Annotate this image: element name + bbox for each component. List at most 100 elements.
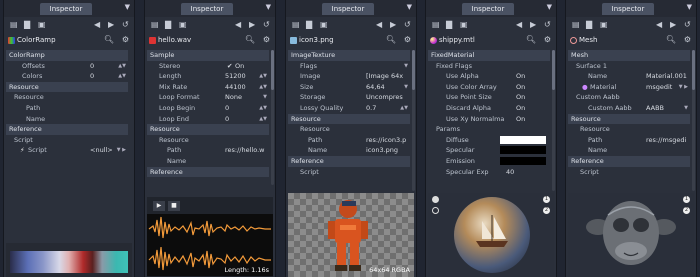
forward-icon[interactable]: ▶ bbox=[108, 20, 114, 30]
prop-path[interactable]: Path bbox=[6, 103, 128, 114]
spin-arrows-icon[interactable]: ▲▼ bbox=[118, 71, 126, 82]
prop-use-xy-normalmap[interactable]: Use Xy Normalma On bbox=[428, 114, 550, 125]
prop-value[interactable]: 40 bbox=[506, 167, 514, 178]
prop-loop-begin[interactable]: Loop Begin 0 ▲▼ bbox=[147, 103, 269, 114]
light-two-badge[interactable]: 2 bbox=[683, 207, 690, 214]
dropdown-icon[interactable]: ▼ bbox=[263, 92, 267, 103]
prop-loop-format[interactable]: Loop Format None ▼ bbox=[147, 92, 269, 103]
scrollbar[interactable] bbox=[271, 50, 274, 185]
prop-value[interactable]: 64,64 bbox=[366, 82, 385, 93]
group-resource[interactable]: Resource bbox=[568, 124, 690, 135]
light-two-badge[interactable]: 2 bbox=[543, 207, 550, 214]
specular-color-swatch[interactable] bbox=[500, 146, 546, 155]
tab-menu-icon[interactable]: ▼ bbox=[547, 3, 552, 11]
group-params[interactable]: Params bbox=[428, 124, 550, 135]
prop-script[interactable]: ⚡ Script <null> ▼ ▶ bbox=[6, 145, 128, 156]
prop-value[interactable]: 51200 bbox=[225, 71, 246, 82]
prop-name[interactable]: Name Material.001 bbox=[568, 71, 690, 82]
back-icon[interactable]: ◀ bbox=[94, 20, 100, 30]
check-icon[interactable]: ✔ bbox=[227, 61, 232, 72]
section-resource[interactable]: Resource bbox=[568, 113, 690, 125]
stop-button[interactable]: ■ bbox=[168, 201, 180, 211]
scrollbar-thumb[interactable] bbox=[692, 50, 695, 90]
prop-lossy-quality[interactable]: Lossy Quality 0.7 ▲▼ bbox=[288, 103, 410, 114]
spin-arrows-icon[interactable]: ▲▼ bbox=[259, 103, 267, 114]
play-button[interactable]: ▶ bbox=[153, 201, 165, 211]
prop-image[interactable]: Image [Image 64x bbox=[288, 71, 410, 82]
group-fixed-flags[interactable]: Fixed Flags bbox=[428, 61, 550, 72]
save-icon[interactable]: ▣ bbox=[320, 20, 328, 30]
light-toggle-2-icon[interactable] bbox=[432, 207, 439, 214]
dropdown-icon[interactable]: ▼ bbox=[684, 103, 688, 114]
open-icon[interactable]: ▇ bbox=[165, 20, 171, 30]
group-resource[interactable]: Resource bbox=[147, 135, 269, 146]
save-icon[interactable]: ▣ bbox=[179, 20, 187, 30]
prop-mix-rate[interactable]: Mix Rate 44100 ▲▼ bbox=[147, 82, 269, 93]
gear-icon[interactable]: ⚙ bbox=[263, 35, 270, 44]
prop-name[interactable]: Name icon3.png bbox=[288, 145, 410, 156]
forward-icon[interactable]: ▶ bbox=[670, 20, 676, 30]
history-icon[interactable]: ↺ bbox=[544, 20, 551, 30]
spin-arrows-icon[interactable]: ▲▼ bbox=[259, 71, 267, 82]
prop-value[interactable]: On bbox=[516, 114, 525, 125]
scrollbar-thumb[interactable] bbox=[271, 50, 274, 90]
new-icon[interactable]: ▤ bbox=[292, 20, 300, 30]
dropdown-icon[interactable]: ▼ ▶ bbox=[679, 82, 688, 93]
prop-value[interactable]: Uncompres bbox=[366, 92, 403, 103]
search-icon[interactable]: 🔍︎ bbox=[245, 35, 255, 44]
back-icon[interactable]: ◀ bbox=[376, 20, 382, 30]
section-reference[interactable]: Reference bbox=[568, 155, 690, 167]
section-resource[interactable]: Resource bbox=[147, 124, 269, 135]
prop-value[interactable]: res://hello.w bbox=[225, 145, 264, 156]
tab-inspector[interactable]: Inspector bbox=[181, 3, 233, 15]
prop-storage[interactable]: Storage Uncompres bbox=[288, 92, 410, 103]
new-icon[interactable]: ▤ bbox=[151, 20, 159, 30]
group-surface-1[interactable]: Surface 1 bbox=[568, 61, 690, 72]
dropdown-icon[interactable]: ▼ ▶ bbox=[117, 145, 126, 156]
prop-value[interactable]: On bbox=[516, 71, 525, 82]
prop-value[interactable]: 0 bbox=[90, 61, 94, 72]
gear-icon[interactable]: ⚙ bbox=[684, 35, 691, 44]
back-icon[interactable]: ◀ bbox=[656, 20, 662, 30]
forward-icon[interactable]: ▶ bbox=[390, 20, 396, 30]
scrollbar[interactable] bbox=[552, 50, 555, 191]
spin-arrows-icon[interactable]: ▲▼ bbox=[259, 82, 267, 93]
prop-specular[interactable]: Specular bbox=[428, 145, 550, 156]
prop-discard-alpha[interactable]: Discard Alpha On bbox=[428, 103, 550, 114]
new-icon[interactable]: ▤ bbox=[432, 20, 440, 30]
emission-color-swatch[interactable] bbox=[500, 156, 546, 165]
prop-value[interactable]: Material.001 bbox=[646, 71, 687, 82]
history-icon[interactable]: ↺ bbox=[122, 20, 129, 30]
section-colorramp[interactable]: ColorRamp bbox=[6, 50, 128, 61]
group-script[interactable]: Script bbox=[288, 167, 410, 178]
forward-icon[interactable]: ▶ bbox=[249, 20, 255, 30]
group-resource[interactable]: Resource bbox=[6, 92, 128, 103]
tab-menu-icon[interactable]: ▼ bbox=[407, 3, 412, 11]
gear-icon[interactable]: ⚙ bbox=[544, 35, 551, 44]
prop-diffuse[interactable]: Diffuse bbox=[428, 135, 550, 146]
prop-value[interactable]: None bbox=[225, 92, 242, 103]
tab-inspector[interactable]: Inspector bbox=[602, 3, 654, 15]
spin-arrows-icon[interactable]: ▲▼ bbox=[118, 61, 126, 72]
prop-value[interactable]: 0 bbox=[225, 103, 229, 114]
history-icon[interactable]: ↺ bbox=[404, 20, 411, 30]
prop-value[interactable]: <null> bbox=[90, 145, 113, 156]
tab-inspector[interactable]: Inspector bbox=[322, 3, 374, 15]
back-icon[interactable]: ◀ bbox=[235, 20, 241, 30]
group-custom-aabb[interactable]: Custom Aabb bbox=[568, 92, 690, 103]
open-icon[interactable]: ▇ bbox=[446, 20, 452, 30]
group-script[interactable]: Script bbox=[6, 135, 128, 146]
tab-menu-icon[interactable]: ▼ bbox=[266, 3, 271, 11]
prop-use-alpha[interactable]: Use Alpha On bbox=[428, 71, 550, 82]
spin-arrows-icon[interactable]: ▲▼ bbox=[400, 103, 408, 114]
prop-material[interactable]: ● Material msgedit ▼ ▶ bbox=[568, 82, 690, 93]
prop-name[interactable]: Name bbox=[147, 156, 269, 167]
new-icon[interactable]: ▤ bbox=[10, 20, 18, 30]
section-resource[interactable]: Resource bbox=[6, 81, 128, 93]
save-icon[interactable]: ▣ bbox=[38, 20, 46, 30]
prop-loop-end[interactable]: Loop End 0 ▲▼ bbox=[147, 114, 269, 125]
section-mesh[interactable]: Mesh bbox=[568, 50, 690, 61]
section-reference[interactable]: Reference bbox=[288, 155, 410, 167]
prop-colors[interactable]: Colors 0 ▲▼ bbox=[6, 71, 128, 82]
prop-offsets[interactable]: Offsets 0 ▲▼ bbox=[6, 61, 128, 72]
